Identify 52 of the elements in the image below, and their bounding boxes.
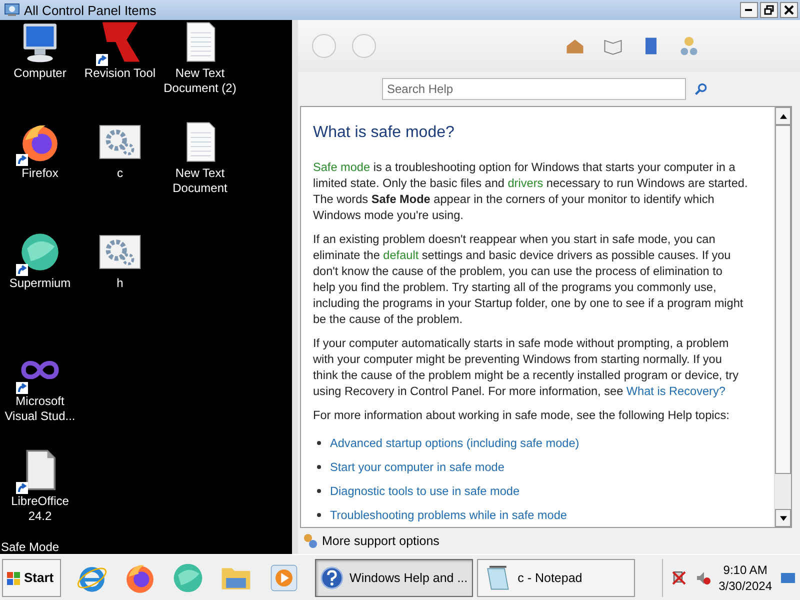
clock-date[interactable]: 3/30/2024 <box>718 578 772 594</box>
close-button[interactable] <box>780 2 798 18</box>
icon-label[interactable]: Supermium <box>9 276 71 291</box>
scrollbar[interactable] <box>774 107 791 527</box>
start-button[interactable]: Start <box>2 558 61 596</box>
scroll-thumb[interactable] <box>775 125 791 474</box>
speaker-icon[interactable] <box>694 570 711 586</box>
restore-icon <box>764 5 774 15</box>
topic-link[interactable]: Start your computer in safe mode <box>330 459 504 475</box>
search-icon[interactable] <box>694 82 708 96</box>
flag-icon <box>6 570 22 586</box>
scroll-down-icon[interactable] <box>780 516 786 520</box>
topic-link[interactable]: Troubleshooting problems while in safe mode <box>330 507 567 523</box>
support-options-link[interactable]: More support options <box>322 534 440 548</box>
icon-label[interactable]: New Text Document (2) <box>160 66 240 96</box>
minimize-button[interactable] <box>740 2 758 18</box>
link[interactable]: What is Recovery? <box>626 384 726 398</box>
topic-link[interactable]: Diagnostic tools to use in safe mode <box>330 483 520 499</box>
people-icon[interactable] <box>678 35 700 57</box>
help-heading: What is safe mode? <box>313 125 456 141</box>
clock-time[interactable]: 9:10 AM <box>723 562 768 578</box>
restore-button[interactable] <box>760 2 778 18</box>
glossary-link[interactable]: Safe mode <box>313 160 370 174</box>
close-icon <box>784 5 794 15</box>
window-title: All Control Panel Items <box>24 2 158 18</box>
paragraph: Safe mode is a troubleshooting option for Windows that starts your computer in a limited state. Only the basic files and drivers necessary to run Windows are started. The words Safe Mode appear in the corners of your monitor to identify which Windows mode you're using. <box>313 159 748 223</box>
icon-label[interactable]: h <box>116 276 124 291</box>
search-field[interactable]: Search Help <box>382 78 686 100</box>
topic-link[interactable]: Advanced startup options (including safe mode) <box>330 435 580 451</box>
control-panel-icon <box>4 2 20 18</box>
bullet-icon <box>317 465 321 469</box>
icon-label[interactable]: New Text Document <box>160 166 240 196</box>
paragraph: If your computer automatically starts in safe mode without prompting, a problem with your computer might be preventing Windows from starting normally. If you think the cause of the problem might be a recently installed program or device, try using Recovery in Control Panel. For more information, see What is Recovery? <box>313 335 740 399</box>
icon-label[interactable]: Computer <box>14 66 66 81</box>
taskbar-button[interactable]: Windows Help and ... <box>314 558 473 596</box>
icon-label[interactable]: c <box>117 166 123 181</box>
icon-label[interactable]: Firefox <box>22 166 58 181</box>
safe-mode-label: Safe Mode <box>0 540 60 556</box>
network-icon[interactable] <box>670 570 687 586</box>
paragraph: For more information about working in safe mode, see the following Help topics: <box>313 407 730 423</box>
icon-label[interactable]: Microsoft Visual Stud... <box>0 394 80 424</box>
bullet-icon <box>317 513 321 517</box>
icon-label[interactable]: Revision Tool <box>84 66 156 81</box>
bullet-icon <box>317 441 321 445</box>
paragraph: If an existing problem doesn't reappear when you start in safe mode, you can eliminate the default settings and basic device drivers as possible causes. If you don't know the cause of the problem, you can use the process of elimination to help you find the problem. Try starting all of the programs you commonly use, including the programs in your Startup folder, one by one to see if a program might be the cause of the problem. <box>313 231 744 327</box>
glossary-link[interactable]: default <box>383 248 419 262</box>
glossary-link[interactable]: drivers <box>508 176 544 190</box>
bullet-icon <box>317 489 321 493</box>
icon-label[interactable]: LibreOffice 24.2 <box>0 494 80 524</box>
taskbar-button[interactable]: c - Notepad <box>476 558 635 596</box>
people-icon <box>302 533 318 549</box>
scroll-up-icon[interactable] <box>780 114 786 118</box>
